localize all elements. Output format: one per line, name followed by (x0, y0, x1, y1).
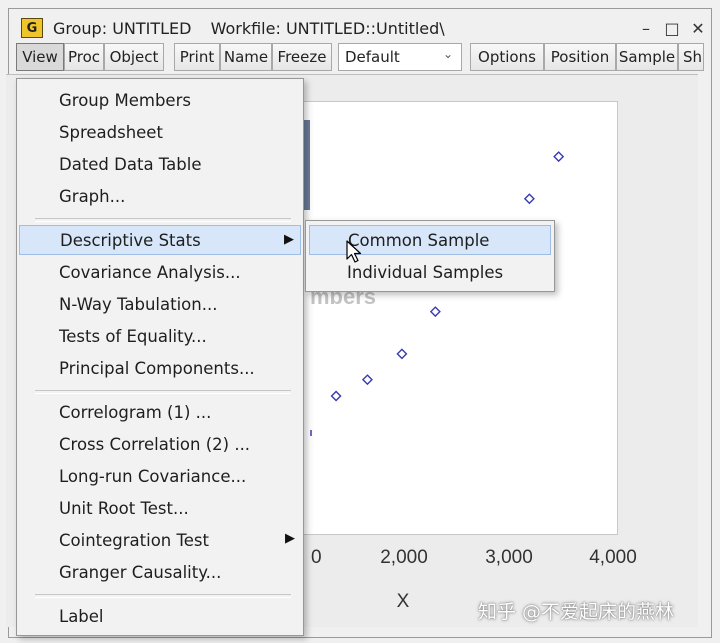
print-button[interactable]: Print (174, 43, 220, 71)
options-button[interactable]: Options (470, 43, 544, 71)
title-bar[interactable]: G Group: UNTITLED Workfile: UNTITLED::Un… (9, 9, 711, 47)
menu-item-group-members[interactable]: Group Members (19, 85, 301, 115)
name-button[interactable]: Name (220, 43, 272, 71)
close-icon[interactable]: ✕ (687, 17, 709, 39)
view-menu: Group Members Spreadsheet Dated Data Tab… (16, 78, 304, 636)
watermark: 知乎 @不爱起床的燕林 (478, 601, 675, 623)
mouse-pointer-icon (346, 240, 362, 263)
display-mode-value: Default (345, 48, 400, 66)
maximize-icon[interactable]: □ (661, 17, 683, 39)
chevron-down-icon: ⌄ (442, 47, 453, 61)
descriptive-stats-submenu: Common Sample Individual Samples (305, 220, 555, 292)
menu-item-label: Group Members (59, 90, 191, 110)
menu-item-graph[interactable]: Graph... (19, 181, 301, 211)
freeze-button[interactable]: Freeze (272, 43, 332, 71)
menu-item-long-run-covariance[interactable]: Long-run Covariance... (19, 461, 301, 491)
menu-item-label: Cross Correlation (2) ... (59, 434, 251, 454)
display-mode-select[interactable]: Default ⌄ (338, 43, 462, 71)
submenu-arrow-icon: ▶ (284, 232, 294, 247)
menu-item-granger-causality[interactable]: Granger Causality... (19, 557, 301, 587)
menu-item-label: Graph... (59, 186, 126, 206)
menu-item-label-view[interactable]: Label (19, 601, 301, 631)
menu-item-tests-of-equality[interactable]: Tests of Equality... (19, 321, 301, 351)
menu-item-correlogram[interactable]: Correlogram (1) ... (19, 397, 301, 427)
submenu-item-label: Common Sample (348, 230, 490, 250)
proc-button[interactable]: Proc (64, 43, 104, 71)
menu-separator (35, 218, 291, 222)
menu-item-label: Dated Data Table (59, 154, 202, 174)
workfile-title: Workfile: UNTITLED::Untitled\ (210, 19, 445, 38)
menu-item-covariance-analysis[interactable]: Covariance Analysis... (19, 257, 301, 287)
submenu-arrow-icon: ▶ (285, 531, 295, 546)
menu-item-label: Correlogram (1) ... (59, 402, 212, 422)
menu-item-label: Descriptive Stats (60, 230, 201, 250)
eviews-group-icon: G (21, 18, 43, 38)
menu-item-principal-components[interactable]: Principal Components... (19, 353, 301, 383)
menu-item-label: Long-run Covariance... (59, 466, 247, 486)
group-title: Group: UNTITLED (53, 19, 192, 38)
sheet-button[interactable]: Sh (678, 43, 704, 71)
menu-item-label: Spreadsheet (59, 122, 163, 142)
position-button[interactable]: Position (544, 43, 616, 71)
menu-item-descriptive-stats[interactable]: Descriptive Stats ▶ (19, 225, 301, 255)
view-button[interactable]: View (16, 43, 64, 71)
menu-item-label: Granger Causality... (59, 562, 222, 582)
menu-item-n-way-tabulation[interactable]: N-Way Tabulation... (19, 289, 301, 319)
menu-item-label: Cointegration Test (59, 530, 209, 550)
menu-item-cointegration-test[interactable]: Cointegration Test ▶ (19, 525, 301, 555)
menu-separator (35, 594, 291, 598)
menu-item-label: N-Way Tabulation... (59, 294, 218, 314)
minimize-icon[interactable]: – (635, 17, 657, 39)
menu-item-dated-data-table[interactable]: Dated Data Table (19, 149, 301, 179)
menu-item-label: Label (59, 606, 104, 626)
group-toolbar: View Proc Object Print Name Freeze Defau… (6, 43, 706, 73)
menu-item-label: Tests of Equality... (59, 326, 207, 346)
menu-item-label: Principal Components... (59, 358, 255, 378)
object-button[interactable]: Object (104, 43, 164, 71)
sample-button[interactable]: Sample (616, 43, 678, 71)
menu-separator (35, 390, 291, 394)
submenu-item-label: Individual Samples (347, 262, 504, 282)
menu-item-label: Covariance Analysis... (59, 262, 241, 282)
menu-item-spreadsheet[interactable]: Spreadsheet (19, 117, 301, 147)
menu-item-cross-correlation[interactable]: Cross Correlation (2) ... (19, 429, 301, 459)
window-title: Group: UNTITLED Workfile: UNTITLED::Unti… (53, 19, 459, 38)
menu-item-label: Unit Root Test... (59, 498, 189, 518)
menu-item-unit-root-test[interactable]: Unit Root Test... (19, 493, 301, 523)
